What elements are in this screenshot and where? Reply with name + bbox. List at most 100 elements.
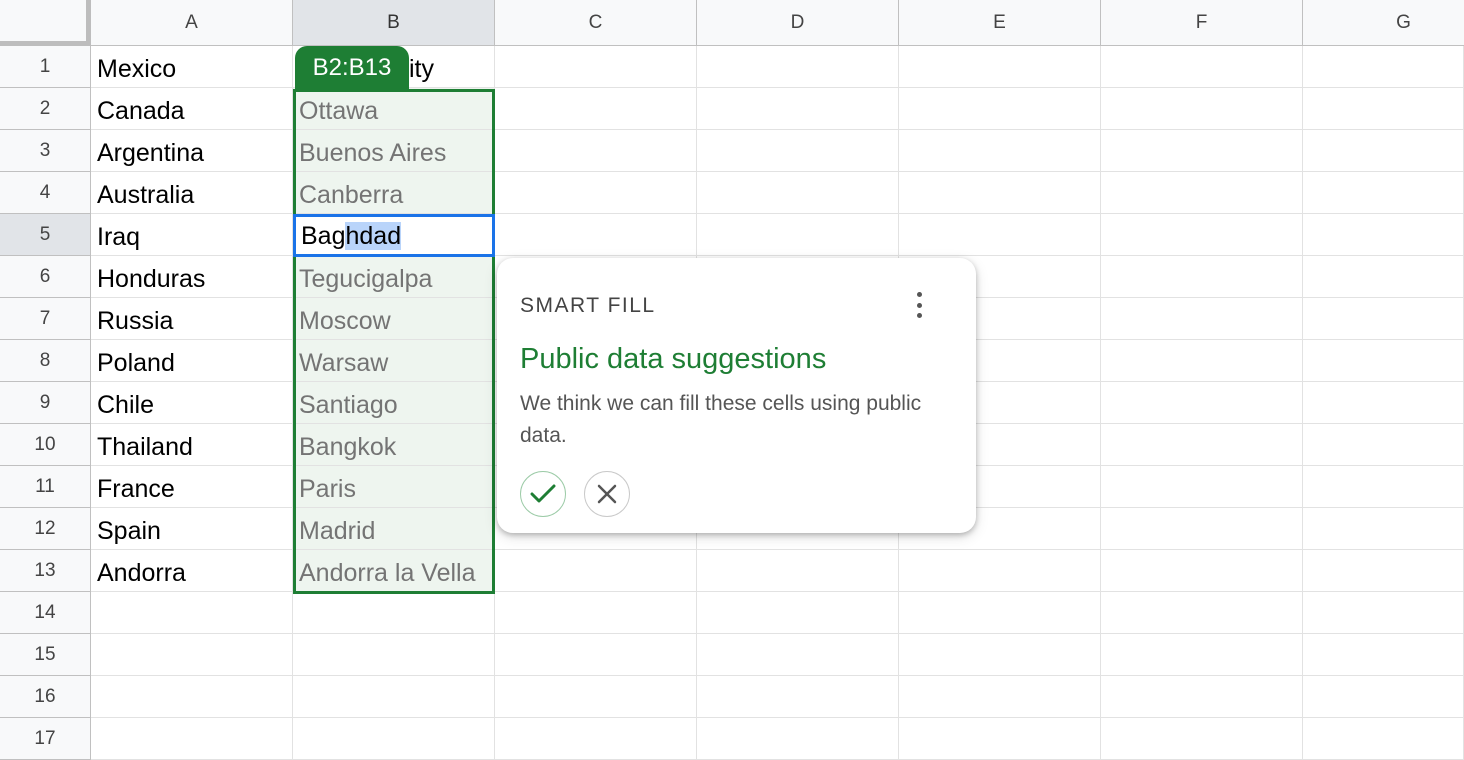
cell-b3-suggestion[interactable]: Buenos Aires [293,130,495,172]
cell-a6[interactable]: Honduras [91,256,293,298]
cell-a3[interactable]: Argentina [91,130,293,172]
cell-a14[interactable] [91,592,293,634]
cell-g11[interactable] [1303,466,1464,508]
row-header-7[interactable]: 7 [0,298,91,340]
cell-f2[interactable] [1101,88,1303,130]
row-header-9[interactable]: 9 [0,382,91,424]
cell-g14[interactable] [1303,592,1464,634]
row-header-4[interactable]: 4 [0,172,91,214]
cell-c16[interactable] [495,676,697,718]
row-header-15[interactable]: 15 [0,634,91,676]
cell-c5[interactable] [495,214,697,256]
row-header-3[interactable]: 3 [0,130,91,172]
cell-f4[interactable] [1101,172,1303,214]
column-header-c[interactable]: C [495,0,697,46]
cell-c2[interactable] [495,88,697,130]
cell-d16[interactable] [697,676,899,718]
cell-b7-suggestion[interactable]: Moscow [293,298,495,340]
cell-a7[interactable]: Russia [91,298,293,340]
cell-a11[interactable]: France [91,466,293,508]
cell-f1[interactable] [1101,46,1303,88]
more-vert-icon[interactable] [907,288,931,322]
cell-a5[interactable]: Iraq [91,214,293,256]
cell-b2-suggestion[interactable]: Ottawa [293,88,495,130]
cell-c4[interactable] [495,172,697,214]
cell-c1[interactable] [495,46,697,88]
column-header-d[interactable]: D [697,0,899,46]
cell-e2[interactable] [899,88,1101,130]
cell-a9[interactable]: Chile [91,382,293,424]
cell-b4-suggestion[interactable]: Canberra [293,172,495,214]
dismiss-suggestion-button[interactable] [584,471,630,517]
column-header-e[interactable]: E [899,0,1101,46]
cell-b12-suggestion[interactable]: Madrid [293,508,495,550]
cell-b15[interactable] [293,634,495,676]
cell-f8[interactable] [1101,340,1303,382]
column-header-f[interactable]: F [1101,0,1303,46]
cell-f9[interactable] [1101,382,1303,424]
row-header-14[interactable]: 14 [0,592,91,634]
cell-e5[interactable] [899,214,1101,256]
cell-g8[interactable] [1303,340,1464,382]
cell-e3[interactable] [899,130,1101,172]
cell-b10-suggestion[interactable]: Bangkok [293,424,495,466]
column-header-a[interactable]: A [91,0,293,46]
row-header-12[interactable]: 12 [0,508,91,550]
cell-g1[interactable] [1303,46,1464,88]
column-header-b[interactable]: B [293,0,495,46]
cell-f12[interactable] [1101,508,1303,550]
row-header-16[interactable]: 16 [0,676,91,718]
cell-g10[interactable] [1303,424,1464,466]
cell-b6-suggestion[interactable]: Tegucigalpa [293,256,495,298]
cell-g2[interactable] [1303,88,1464,130]
cell-f5[interactable] [1101,214,1303,256]
row-header-5[interactable]: 5 [0,214,91,256]
cell-b14[interactable] [293,592,495,634]
accept-suggestion-button[interactable] [520,471,566,517]
cell-f16[interactable] [1101,676,1303,718]
cell-g16[interactable] [1303,676,1464,718]
cell-e15[interactable] [899,634,1101,676]
row-header-6[interactable]: 6 [0,256,91,298]
cell-b13-suggestion[interactable]: Andorra la Vella [293,550,495,592]
cell-d14[interactable] [697,592,899,634]
cell-e14[interactable] [899,592,1101,634]
cell-b9-suggestion[interactable]: Santiago [293,382,495,424]
cell-b8-suggestion[interactable]: Warsaw [293,340,495,382]
cell-e1[interactable] [899,46,1101,88]
cell-a16[interactable] [91,676,293,718]
cell-d2[interactable] [697,88,899,130]
row-header-1[interactable]: 1 [0,46,91,88]
cell-g3[interactable] [1303,130,1464,172]
cell-e16[interactable] [899,676,1101,718]
cell-c3[interactable] [495,130,697,172]
cell-b16[interactable] [293,676,495,718]
cell-g15[interactable] [1303,634,1464,676]
cell-g5[interactable] [1303,214,1464,256]
cell-a12[interactable]: Spain [91,508,293,550]
cell-f11[interactable] [1101,466,1303,508]
cell-g9[interactable] [1303,382,1464,424]
cell-d1[interactable] [697,46,899,88]
cell-f3[interactable] [1101,130,1303,172]
cell-c14[interactable] [495,592,697,634]
cell-g4[interactable] [1303,172,1464,214]
cell-d3[interactable] [697,130,899,172]
column-header-g[interactable]: G [1303,0,1464,46]
cell-f7[interactable] [1101,298,1303,340]
cell-c13[interactable] [495,550,697,592]
cell-a8[interactable]: Poland [91,340,293,382]
cell-f6[interactable] [1101,256,1303,298]
row-header-13[interactable]: 13 [0,550,91,592]
cell-d5[interactable] [697,214,899,256]
cell-f10[interactable] [1101,424,1303,466]
cell-a10[interactable]: Thailand [91,424,293,466]
cell-a1[interactable]: Mexico [91,46,293,88]
cell-e13[interactable] [899,550,1101,592]
cell-d13[interactable] [697,550,899,592]
cell-e4[interactable] [899,172,1101,214]
cell-g6[interactable] [1303,256,1464,298]
cell-b11-suggestion[interactable]: Paris [293,466,495,508]
cell-c15[interactable] [495,634,697,676]
active-cell-b5[interactable]: Baghdad [293,214,495,257]
